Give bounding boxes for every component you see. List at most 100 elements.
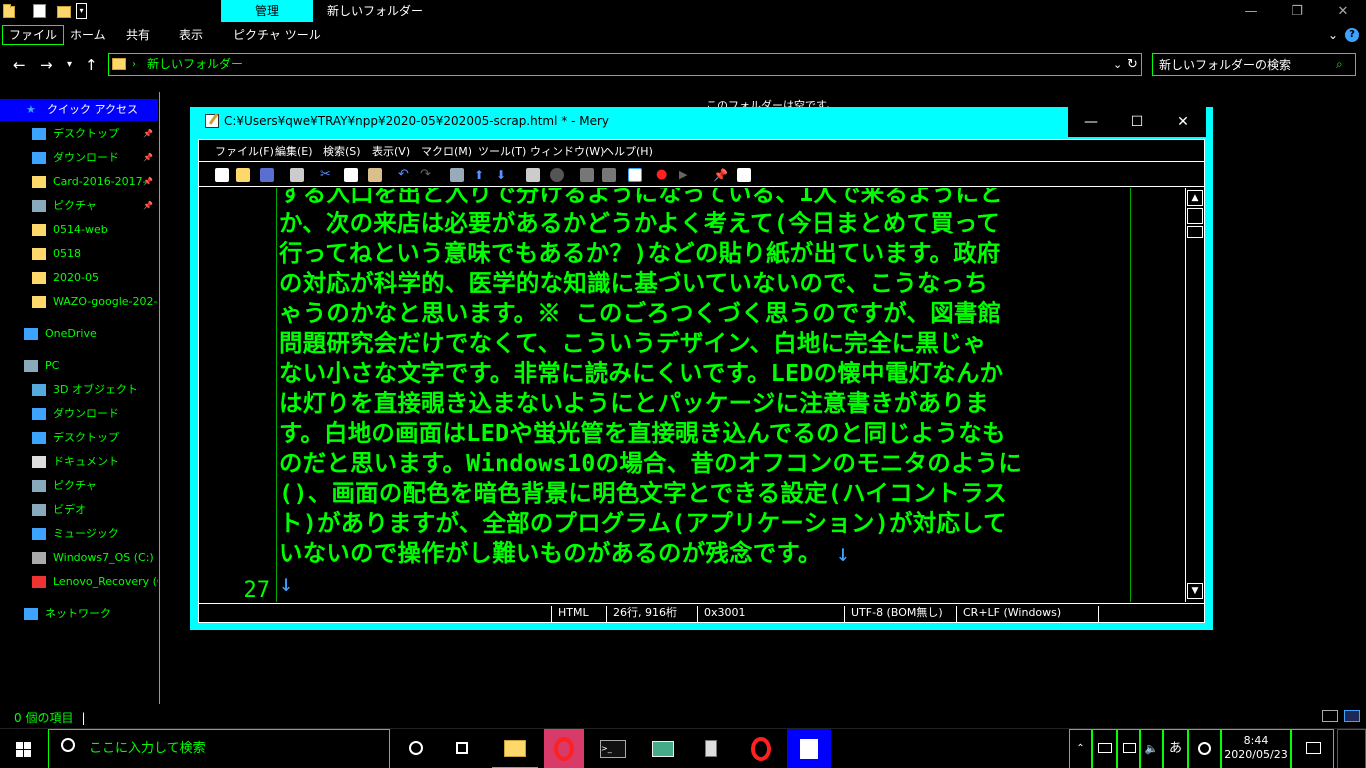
chevron-down-icon[interactable]: ⌄	[1322, 25, 1344, 45]
cut-icon[interactable]: ✂	[320, 168, 334, 182]
clock[interactable]: 8:44 2020/05/23	[1221, 729, 1291, 768]
nav-item[interactable]: 2020-05	[0, 267, 158, 289]
record-macro-icon[interactable]: ●	[656, 168, 670, 182]
details-view-icon[interactable]	[1322, 710, 1338, 722]
mery-taskbar-icon[interactable]	[787, 729, 831, 768]
status-position[interactable]: 26行, 916桁	[606, 606, 697, 622]
close-icon[interactable]: ✕	[1320, 0, 1366, 23]
status-encoding[interactable]: UTF-8 (BOM無し)	[844, 606, 956, 622]
address-dropdown-icon[interactable]: ⌄	[1113, 54, 1122, 75]
tab-share[interactable]: 共有	[120, 25, 156, 45]
scroll-thumb[interactable]	[1187, 208, 1203, 224]
pin-icon[interactable]: 📌	[713, 168, 728, 182]
properties-icon[interactable]	[33, 3, 47, 19]
battery-icon[interactable]	[1092, 729, 1117, 768]
new-file-icon[interactable]	[215, 168, 229, 182]
cortana-icon[interactable]	[393, 729, 439, 768]
nav-item[interactable]: ダウンロード	[0, 403, 158, 425]
manage-tab[interactable]: 管理	[221, 0, 313, 22]
save-icon[interactable]	[260, 168, 274, 182]
search-box[interactable]: ⌕	[1152, 53, 1356, 76]
ime-mode[interactable]: あ	[1163, 729, 1188, 768]
editor-area[interactable]: 27 する入口を出と入りで分けるようになっている、1人で来るようにと か、次の来店…	[199, 188, 1204, 602]
nav-item[interactable]: Lenovo_Recovery (C	[0, 571, 158, 593]
menu-macro[interactable]: マクロ(M)	[421, 143, 472, 159]
recent-dropdown-icon[interactable]: ▾	[67, 59, 72, 70]
menu-help[interactable]: ヘルプ(H)	[603, 143, 653, 159]
volume-icon[interactable]: 🔈	[1140, 729, 1163, 768]
nav-item[interactable]: ネットワーク	[0, 603, 158, 625]
tab-picture-tools[interactable]: ピクチャ ツール	[227, 25, 327, 45]
tab-view[interactable]: 表示	[173, 25, 209, 45]
nav-item[interactable]: ピクチャ	[0, 475, 158, 497]
network-tray-icon[interactable]	[1117, 729, 1140, 768]
nav-item[interactable]: 0518	[0, 243, 158, 265]
pin-icon[interactable]: 📌	[143, 195, 153, 217]
nav-item[interactable]: ピクチャ 📌	[0, 195, 158, 217]
nav-item[interactable]: 3D オブジェクト	[0, 379, 158, 401]
run-macro-icon[interactable]: ▶	[679, 168, 693, 182]
photo-app-icon[interactable]	[640, 729, 686, 768]
search-icon[interactable]: ⌕	[1336, 54, 1343, 75]
text-area[interactable]: する入口を出と入りで分けるようになっている、1人で来るようにと か、次の来店は必要…	[279, 188, 1131, 602]
file-explorer-icon[interactable]	[492, 729, 538, 768]
menu-edit[interactable]: 編集(E)	[275, 143, 313, 159]
right-align-icon[interactable]	[602, 168, 616, 182]
nav-item[interactable]: ダウンロード 📌	[0, 147, 158, 169]
replace-icon[interactable]	[526, 168, 540, 182]
scroll-down-icon[interactable]: ▼	[1187, 583, 1203, 599]
find-previous-icon[interactable]: ⬆	[474, 168, 488, 182]
paste-icon[interactable]	[368, 168, 382, 182]
nav-item[interactable]: ドキュメント	[0, 451, 158, 473]
nav-item[interactable]: 0514-web	[0, 219, 158, 241]
task-view-icon[interactable]	[439, 729, 485, 768]
nav-item[interactable]: デスクトップ 📌	[0, 123, 158, 145]
print-icon[interactable]	[290, 168, 304, 182]
menu-file[interactable]: ファイル(F)	[215, 143, 274, 159]
tab-home[interactable]: ホーム	[64, 25, 112, 45]
pin-icon[interactable]: 📌	[143, 171, 153, 193]
nav-item[interactable]: Windows7_OS (C:)	[0, 547, 158, 569]
maximize-icon[interactable]: ❐	[1274, 0, 1320, 23]
menu-tools[interactable]: ツール(T)	[478, 143, 526, 159]
mery-maximize-icon[interactable]: ☐	[1114, 107, 1160, 137]
nav-item[interactable]: ★ クイック アクセス	[0, 99, 158, 121]
back-arrow-icon[interactable]: ←	[13, 56, 26, 74]
opera-icon[interactable]	[738, 729, 784, 768]
window-list-icon[interactable]	[737, 168, 751, 182]
nav-item[interactable]: WAZO-google-202-	[0, 291, 158, 313]
quick-access-dropdown-icon[interactable]: ▾	[76, 3, 87, 19]
up-arrow-icon[interactable]: ↑	[85, 56, 98, 74]
terminal-icon[interactable]: >_	[590, 729, 636, 768]
grep-icon[interactable]	[550, 168, 564, 182]
taskbar-search[interactable]: ここに入力して検索	[48, 729, 390, 768]
pin-icon[interactable]: 📌	[143, 123, 153, 145]
menu-search[interactable]: 検索(S)	[323, 143, 361, 159]
refresh-icon[interactable]: ↻	[1127, 54, 1138, 75]
status-mode[interactable]: HTML	[551, 606, 606, 622]
undo-icon[interactable]: ↶	[398, 168, 412, 182]
minimize-icon[interactable]: —	[1228, 0, 1274, 23]
menu-view[interactable]: 表示(V)	[372, 143, 410, 159]
wrap-toggle-icon[interactable]	[628, 168, 642, 182]
pin-icon[interactable]: 📌	[143, 147, 153, 169]
forward-arrow-icon[interactable]: →	[40, 56, 53, 74]
show-desktop-button[interactable]	[1337, 729, 1366, 768]
find-icon[interactable]	[450, 168, 464, 182]
mery-minimize-icon[interactable]: —	[1068, 107, 1114, 137]
nav-item[interactable]: デスクトップ	[0, 427, 158, 449]
address-bar[interactable]: › 新しいフォルダー ⌄ ↻	[108, 53, 1142, 76]
redo-icon[interactable]: ↷	[420, 168, 434, 182]
nav-item[interactable]: PC	[0, 355, 158, 377]
notification-center-icon[interactable]	[1291, 729, 1334, 768]
nav-item[interactable]: ビデオ	[0, 499, 158, 521]
scroll-up-icon[interactable]: ▲	[1187, 190, 1203, 206]
tab-file[interactable]: ファイル	[2, 25, 65, 45]
vertical-scrollbar[interactable]: ▲ ▼	[1185, 188, 1204, 602]
show-hidden-icons-icon[interactable]: ⌃	[1069, 729, 1092, 768]
open-folder-icon[interactable]	[236, 168, 250, 182]
large-icons-view-icon[interactable]	[1344, 710, 1360, 722]
taskbar-search-text[interactable]: ここに入力して検索	[89, 730, 206, 768]
new-folder-icon[interactable]	[57, 3, 71, 19]
calculator-icon[interactable]	[688, 729, 734, 768]
